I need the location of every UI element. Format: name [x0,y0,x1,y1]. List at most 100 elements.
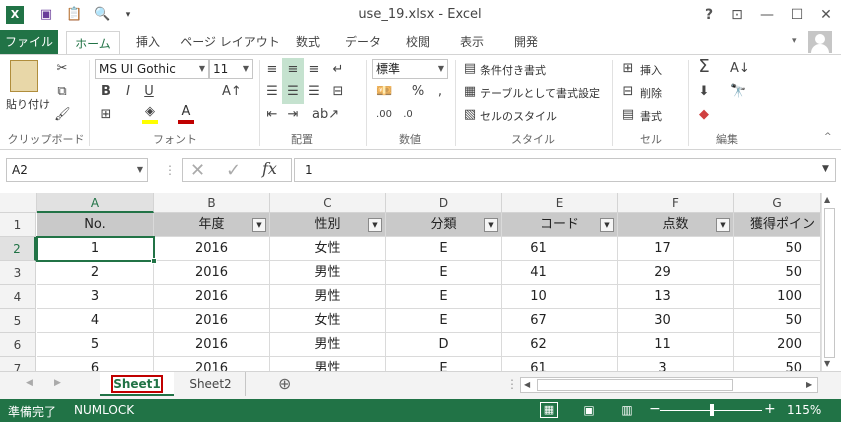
tab-insert[interactable]: 挿入 [128,30,168,54]
zoom-in-button[interactable]: + [764,401,776,417]
fill-handle[interactable] [151,258,157,264]
cell-d5[interactable]: E [386,309,502,333]
cell-g2[interactable]: 50 [734,237,821,261]
paste-button-label[interactable]: 貼り付け [6,96,50,112]
filter-dropdown-icon[interactable]: ▼ [484,218,498,232]
tab-page-layout[interactable]: ページ レイアウト [180,30,280,54]
cell-e3[interactable]: 41 [502,261,618,285]
minimize-button[interactable]: — [756,5,778,25]
cell-e6[interactable]: 62 [502,333,618,357]
column-header-a[interactable]: A [37,193,154,213]
ribbon-display-options-button[interactable]: ⊡ [726,5,748,25]
align-left-icon[interactable]: ☰ [264,84,280,100]
cell-d3[interactable]: E [386,261,502,285]
filter-dropdown-icon[interactable]: ▼ [600,218,614,232]
cell-b5[interactable]: 2016 [154,309,270,333]
tab-formulas[interactable]: 数式 [288,30,328,54]
delete-cells-button[interactable]: 削除 [640,85,662,101]
delete-cells-icon[interactable]: ⊟ [620,84,636,100]
collapse-ribbon-arrow-icon[interactable]: ^ [824,132,832,142]
maximize-button[interactable]: ☐ [786,5,808,25]
cell-c3[interactable]: 男性 [270,261,386,285]
zoom-out-button[interactable]: − [649,401,661,417]
tab-split-handle-icon[interactable]: ⋮ [506,377,518,391]
select-all-button[interactable] [0,193,37,213]
cell-g1[interactable]: 獲得ポイン [734,213,821,237]
column-header-c[interactable]: C [270,193,386,213]
insert-function-button[interactable]: fx [262,159,277,178]
name-box[interactable]: A2 ▼ [6,158,148,182]
cell-styles-icon[interactable]: ▧ [462,107,478,123]
format-cells-button[interactable]: 書式 [640,108,662,124]
page-layout-view-icon[interactable]: ▣ [580,402,598,418]
cell-b2[interactable]: 2016 [154,237,270,261]
font-name-select[interactable]: MS UI Gothic ▼ [95,59,209,79]
clipboard-icon[interactable]: 📋 [66,7,82,23]
bold-button[interactable]: B [98,84,114,100]
cell-g5[interactable]: 50 [734,309,821,333]
cell-e1[interactable]: コード ▼ [502,213,618,237]
format-cells-icon[interactable]: ▤ [620,107,636,123]
insert-cells-icon[interactable]: ⊞ [620,61,636,77]
align-right-icon[interactable]: ☰ [306,84,322,100]
cell-a1[interactable]: No. [37,213,154,237]
increase-indent-icon[interactable]: ⇥ [285,107,301,123]
tab-home[interactable]: ホーム [66,31,120,55]
page-break-view-icon[interactable]: ▥ [618,402,636,418]
column-header-e[interactable]: E [502,193,618,213]
cell-d1[interactable]: 分類 ▼ [386,213,502,237]
merge-center-icon[interactable]: ⊟ [330,84,346,100]
column-header-f[interactable]: F [618,193,734,213]
cell-b3[interactable]: 2016 [154,261,270,285]
tab-developer[interactable]: 開発 [506,30,546,54]
cell-a6[interactable]: 5 [37,333,154,357]
decrease-indent-icon[interactable]: ⇤ [264,107,280,123]
cell-e2[interactable]: 61 [502,237,618,261]
cell-b4[interactable]: 2016 [154,285,270,309]
cell-f4[interactable]: 13 [618,285,734,309]
formula-input[interactable]: 1 [294,158,836,182]
cell-c1[interactable]: 性別 ▼ [270,213,386,237]
row-header-5[interactable]: 5 [0,309,36,333]
find-select-icon[interactable]: 🔭 [730,84,746,100]
cell-e4[interactable]: 10 [502,285,618,309]
cell-g3[interactable]: 50 [734,261,821,285]
increase-font-icon[interactable]: A↑ [222,84,242,100]
expand-formula-icon[interactable]: ▼ [822,164,829,174]
cell-c4[interactable]: 男性 [270,285,386,309]
percent-button[interactable]: % [410,84,426,100]
close-button[interactable]: ✕ [815,5,837,25]
orientation-icon[interactable]: ab↗ [312,107,339,123]
cell-d2[interactable]: E [386,237,502,261]
column-header-g[interactable]: G [734,193,821,213]
scroll-down-icon[interactable]: ▼ [824,359,830,368]
enter-icon[interactable]: ✓ [226,160,241,181]
decrease-decimal-icon[interactable]: .0 [400,107,416,123]
customize-qat-icon[interactable]: ▾ [120,7,136,23]
sheet-tab-sheet2[interactable]: Sheet2 [176,372,246,396]
currency-icon[interactable]: 💴 [376,84,392,100]
column-header-d[interactable]: D [386,193,502,213]
top-align-icon[interactable]: ≡ [264,62,280,78]
drag-handle-icon[interactable]: ⋮ [164,163,176,177]
paste-icon[interactable] [10,60,38,92]
row-header-2[interactable]: 2 [0,237,36,261]
print-preview-icon[interactable]: 🔍 [94,7,110,23]
cell-b6[interactable]: 2016 [154,333,270,357]
clear-icon[interactable]: ◆ [696,107,712,123]
increase-decimal-icon[interactable]: .00 [376,107,392,123]
cut-icon[interactable]: ✂ [54,61,70,77]
zoom-slider-thumb[interactable] [710,404,714,416]
save-icon[interactable]: ▣ [38,7,54,23]
cell-f5[interactable]: 30 [618,309,734,333]
sheet-tab-sheet1-label[interactable]: Sheet1 [111,375,163,393]
bottom-align-icon[interactable]: ≡ [306,62,322,78]
scroll-up-icon[interactable]: ▲ [824,195,830,204]
cell-g6[interactable]: 200 [734,333,821,357]
vertical-scroll-thumb[interactable] [824,208,835,358]
wrap-text-icon[interactable]: ↵ [330,62,346,78]
cell-c5[interactable]: 女性 [270,309,386,333]
format-as-table-icon[interactable]: ▦ [462,84,478,100]
conditional-formatting-icon[interactable]: ▤ [462,61,478,77]
tab-data[interactable]: データ [340,30,386,54]
